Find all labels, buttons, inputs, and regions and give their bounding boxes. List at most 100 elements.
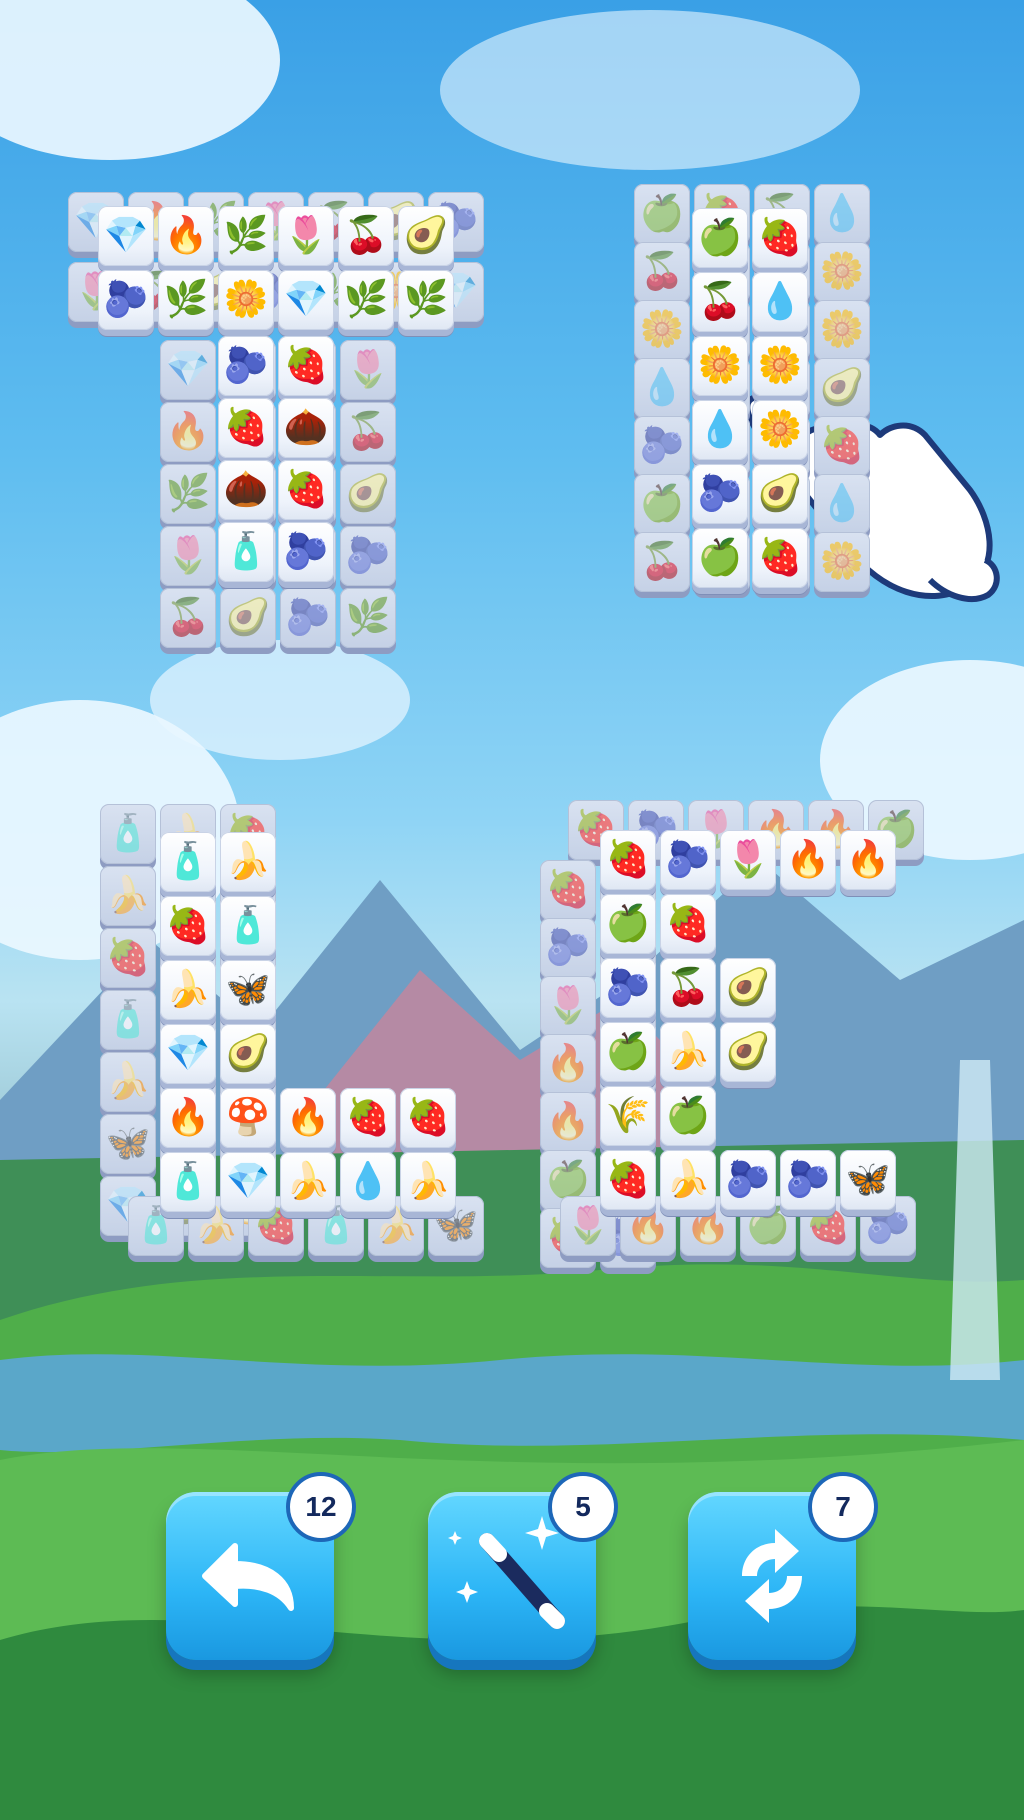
tile-under: 🥑	[340, 464, 396, 524]
tile[interactable]: 🍓	[660, 894, 716, 954]
tile[interactable]: 🌾	[600, 1086, 656, 1146]
tile[interactable]: 🍓	[752, 528, 808, 588]
tile[interactable]: 🧴	[220, 896, 276, 956]
tile[interactable]: 🍒	[692, 272, 748, 332]
tile-under: 💧	[634, 358, 690, 418]
tile[interactable]: 🍓	[752, 208, 808, 268]
tile[interactable]: 🫐	[780, 1150, 836, 1210]
tile[interactable]: 🍓	[218, 398, 274, 458]
tile[interactable]: 🧴	[160, 832, 216, 892]
tile[interactable]: 🍒	[660, 958, 716, 1018]
tile[interactable]: 🥑	[720, 1022, 776, 1082]
tile-under: 🍒	[340, 402, 396, 462]
tile[interactable]: 🍏	[600, 894, 656, 954]
tile[interactable]: 🔥	[280, 1088, 336, 1148]
tile[interactable]: 🍓	[600, 830, 656, 890]
tile[interactable]: 🍓	[600, 1150, 656, 1210]
tile[interactable]: 💎	[160, 1024, 216, 1084]
tile[interactable]: 🍓	[278, 336, 334, 396]
tile-under: 🫐	[280, 588, 336, 648]
tile-under: 🦋	[100, 1114, 156, 1174]
tile[interactable]: 🌿	[218, 206, 274, 266]
cloud	[0, 0, 280, 160]
tile-under: 🌼	[814, 242, 870, 302]
tile[interactable]: 💧	[340, 1152, 396, 1212]
tile[interactable]: 🧴	[160, 1152, 216, 1212]
tile[interactable]: 🫐	[218, 336, 274, 396]
tile[interactable]: 🍌	[400, 1152, 456, 1212]
tile[interactable]: 🥑	[752, 464, 808, 524]
tile[interactable]: 🍏	[692, 528, 748, 588]
tile[interactable]: 🥑	[398, 206, 454, 266]
tile[interactable]: 🫐	[600, 958, 656, 1018]
undo-count-badge: 12	[286, 1472, 356, 1542]
tile-under: 🌷	[340, 340, 396, 400]
undo-arrow-icon	[202, 1543, 294, 1611]
tile[interactable]: 🔥	[158, 206, 214, 266]
tile[interactable]: 🔥	[160, 1088, 216, 1148]
tile[interactable]: 🍄	[220, 1088, 276, 1148]
tile[interactable]: 🌷	[720, 830, 776, 890]
tile-under: 🫐	[634, 416, 690, 476]
tile[interactable]: 🍏	[660, 1086, 716, 1146]
hint-button[interactable]: 5	[428, 1472, 618, 1660]
tile[interactable]: 🍓	[160, 896, 216, 956]
tile-under: 🍏	[634, 474, 690, 534]
tile[interactable]: 💎	[220, 1152, 276, 1212]
tile[interactable]: 🫐	[660, 830, 716, 890]
tile[interactable]: 🫐	[98, 270, 154, 330]
tile[interactable]: 💧	[752, 272, 808, 332]
tile-under: 💧	[814, 474, 870, 534]
tile-under: 🌷	[160, 526, 216, 586]
shuffle-button[interactable]: 7	[688, 1472, 878, 1660]
tile[interactable]: 🌼	[752, 336, 808, 396]
shuffle-count-badge: 7	[808, 1472, 878, 1542]
tile[interactable]: 🍏	[692, 208, 748, 268]
tile[interactable]: 🌰	[278, 398, 334, 458]
undo-button[interactable]: 12	[166, 1472, 356, 1660]
tile-under: 🧴	[100, 804, 156, 864]
tile[interactable]: 💎	[278, 270, 334, 330]
tile-under: 🍏	[634, 184, 690, 244]
cloud	[440, 10, 860, 170]
tile[interactable]: 🍌	[160, 960, 216, 1020]
tile[interactable]: 🌷	[278, 206, 334, 266]
tile[interactable]: 🦋	[840, 1150, 896, 1210]
hint-count-badge: 5	[548, 1472, 618, 1542]
tile[interactable]: 🍌	[660, 1150, 716, 1210]
tile[interactable]: 🌼	[218, 270, 274, 330]
tile[interactable]: 🌰	[218, 460, 274, 520]
tile[interactable]: 🍌	[220, 832, 276, 892]
tile[interactable]: 🍓	[278, 460, 334, 520]
tile[interactable]: 🌼	[752, 400, 808, 460]
tile[interactable]: 🍌	[280, 1152, 336, 1212]
tile[interactable]: 🧴	[218, 522, 274, 582]
tile[interactable]: 🥑	[220, 1024, 276, 1084]
tile-under: 🍌	[100, 866, 156, 926]
tile-under: 💧	[814, 184, 870, 244]
tile[interactable]: 💧	[692, 400, 748, 460]
tile[interactable]: 🔥	[840, 830, 896, 890]
tile[interactable]: 🫐	[692, 464, 748, 524]
tile-under: 🍒	[160, 588, 216, 648]
tile[interactable]: 🍏	[600, 1022, 656, 1082]
tile[interactable]: 🌼	[692, 336, 748, 396]
tile[interactable]: 🍒	[338, 206, 394, 266]
tile[interactable]: 🌿	[158, 270, 214, 330]
tile[interactable]: 🔥	[780, 830, 836, 890]
tile[interactable]: 🌿	[398, 270, 454, 330]
tile[interactable]: 🫐	[278, 522, 334, 582]
tile-under: 🍓	[814, 416, 870, 476]
tile-under: 🌼	[634, 300, 690, 360]
tile[interactable]: 🫐	[720, 1150, 776, 1210]
tile[interactable]: 🍓	[340, 1088, 396, 1148]
tile-under: 🔥	[160, 402, 216, 462]
tile[interactable]: 🌿	[338, 270, 394, 330]
tile[interactable]: 🦋	[220, 960, 276, 1020]
tile[interactable]: 💎	[98, 206, 154, 266]
tile-under: 💎	[160, 340, 216, 400]
tile[interactable]: 🍌	[660, 1022, 716, 1082]
tile[interactable]: 🍓	[400, 1088, 456, 1148]
tile[interactable]: 🥑	[720, 958, 776, 1018]
tile-under: 🍒	[634, 532, 690, 592]
